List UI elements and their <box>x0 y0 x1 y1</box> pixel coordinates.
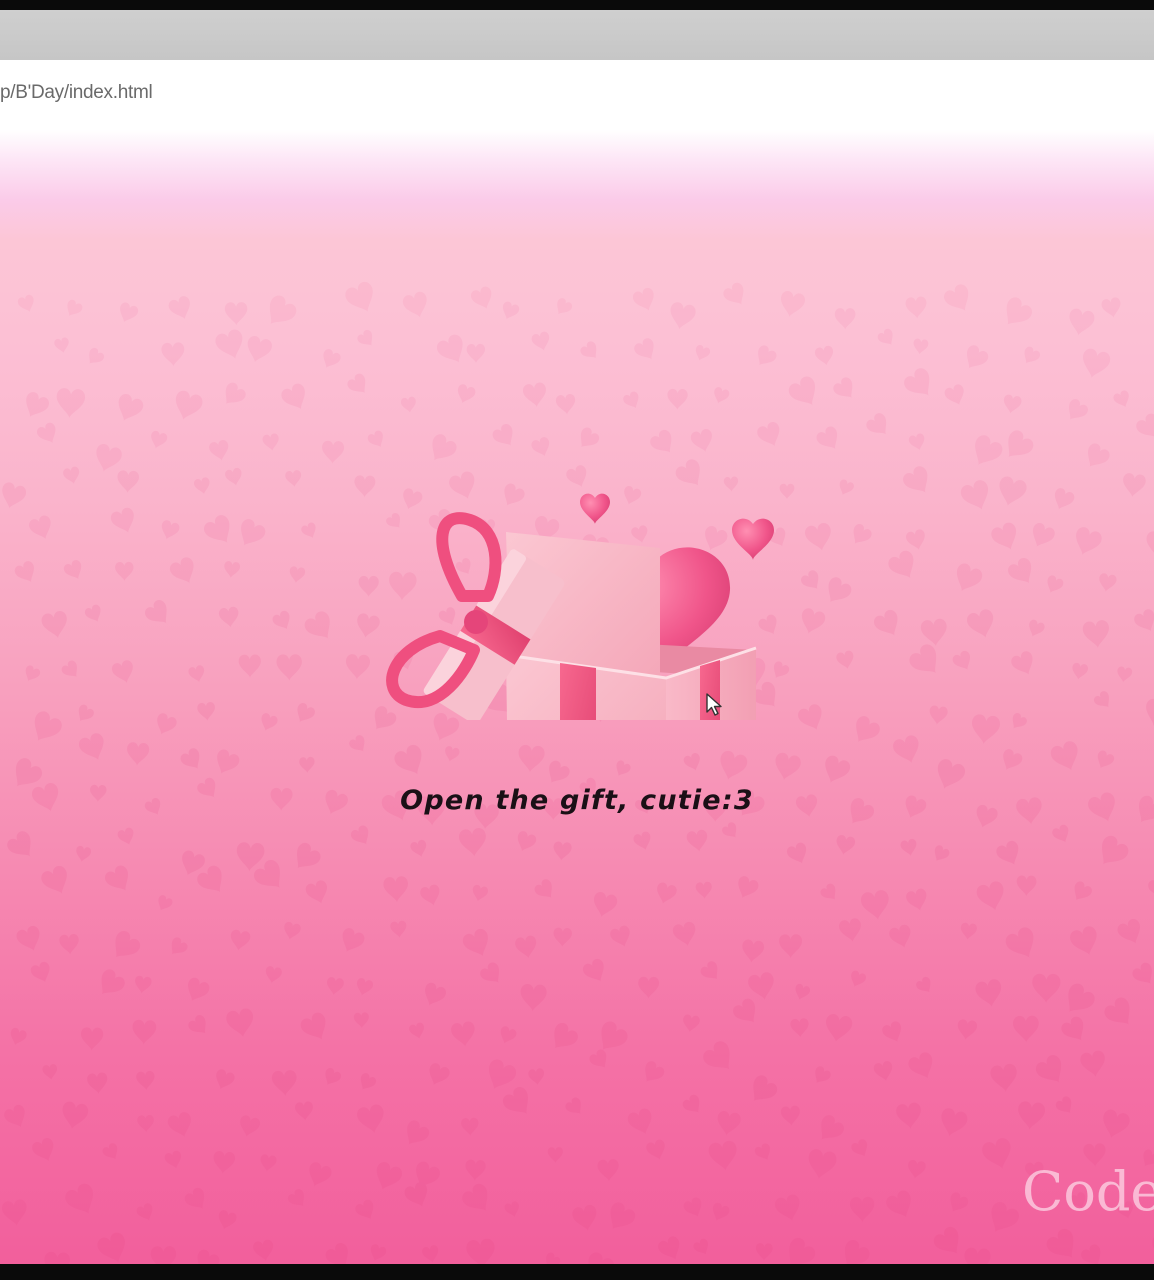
browser-address-bar[interactable]: p/B'Day/index.html <box>0 60 1154 130</box>
browser-window: p/B'Day/index.html Open the gift, cutie:… <box>0 10 1154 1264</box>
url-text[interactable]: p/B'Day/index.html <box>0 82 153 104</box>
screen-bottom-border <box>0 1264 1154 1280</box>
gift-icon[interactable] <box>370 360 800 720</box>
watermark-text: Code <box>1022 1160 1154 1223</box>
mouse-pointer-icon <box>706 693 722 716</box>
browser-tab-strip <box>0 10 1154 60</box>
page-viewport: Open the gift, cutie:3 Code <box>0 130 1154 1264</box>
small-heart-icon <box>580 493 610 524</box>
gift-caption: Open the gift, cutie:3 <box>400 785 754 816</box>
small-heart-icon <box>732 518 774 560</box>
ribbon-bow-icon <box>436 512 502 602</box>
